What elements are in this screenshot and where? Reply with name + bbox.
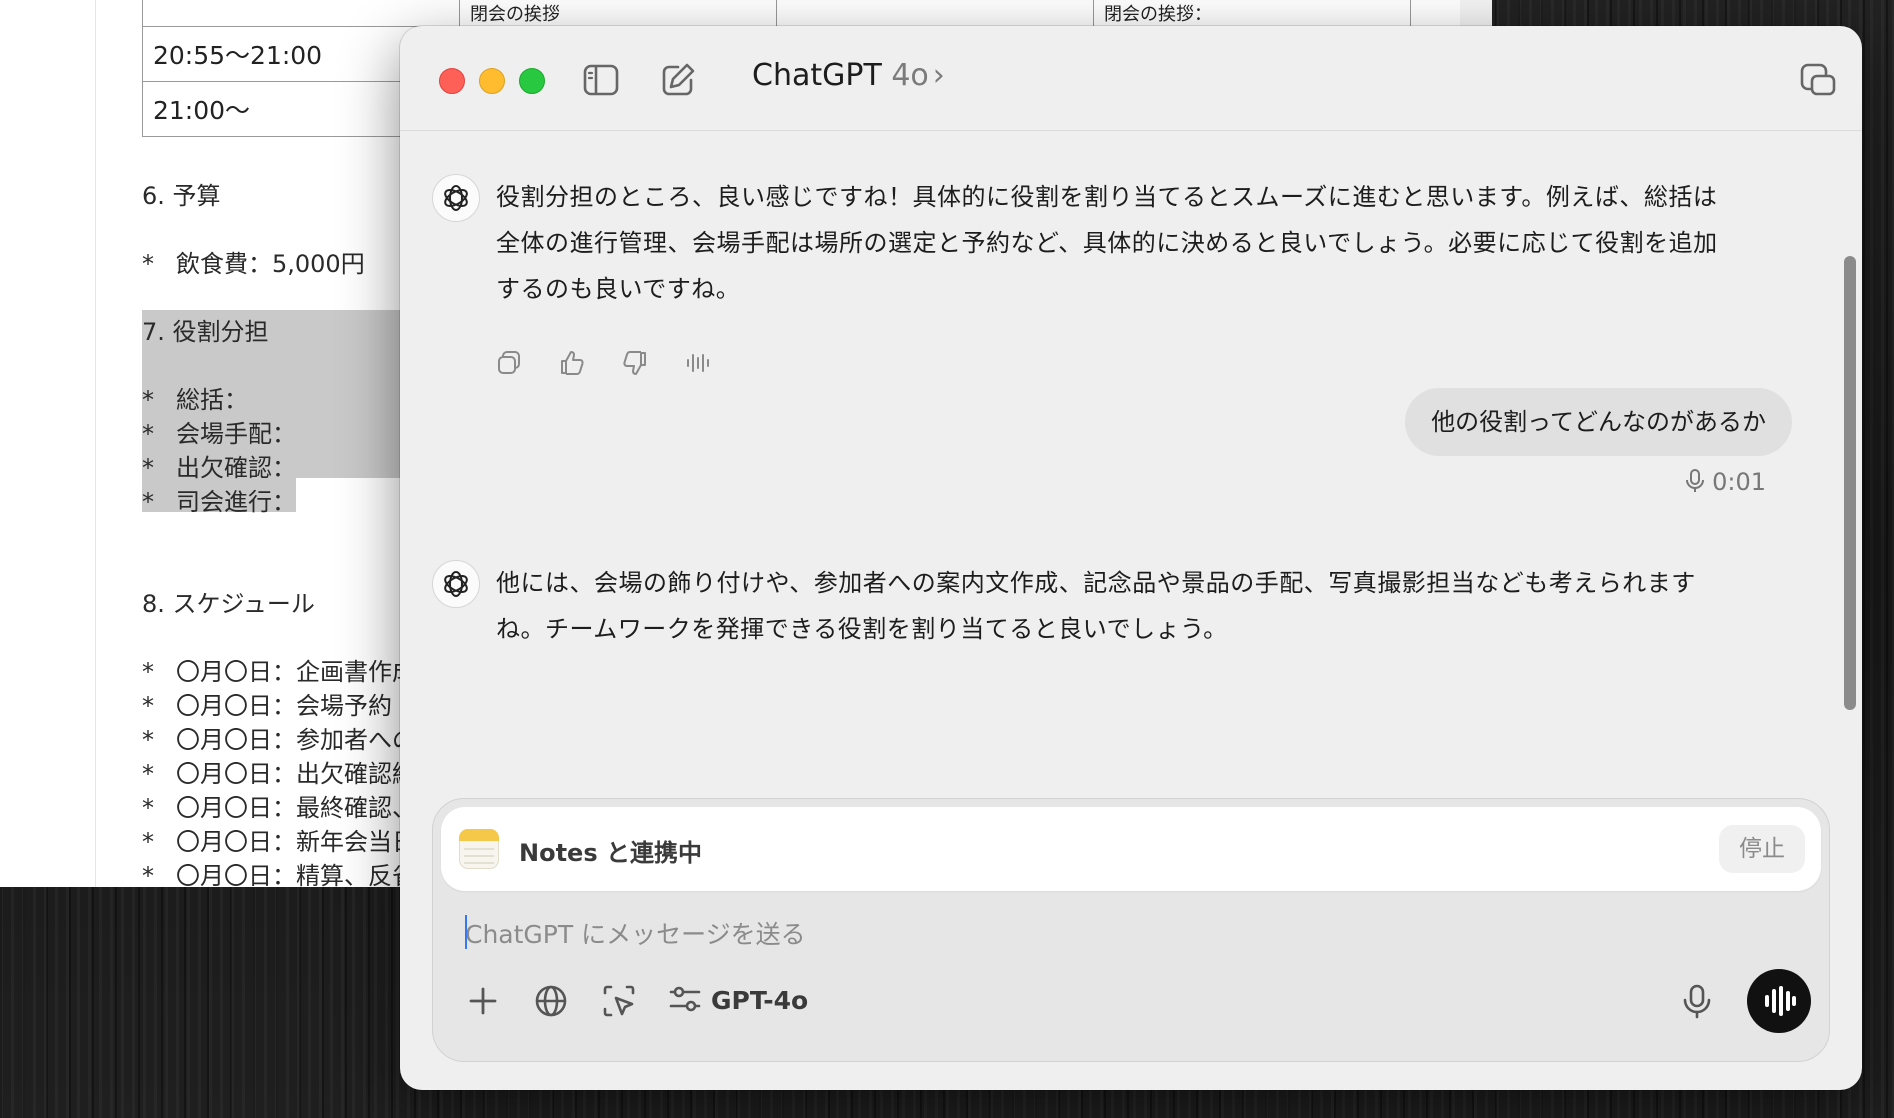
- list-item: * 〇月〇日：企画書作成: [142, 652, 416, 687]
- roles-heading: 7. 役割分担: [142, 318, 269, 346]
- message-input[interactable]: [463, 911, 1567, 957]
- bullet: *: [142, 658, 154, 686]
- list-item: * 司会進行：: [142, 482, 296, 517]
- table-cell: [142, 0, 460, 27]
- bullet: *: [142, 386, 154, 414]
- list-item: * 〇月〇日：出欠確認締: [142, 754, 416, 789]
- chevron-right-icon: ›: [932, 58, 945, 93]
- voice-waveform-icon: [1765, 986, 1796, 1016]
- integration-label: Notes と連携中: [519, 839, 702, 867]
- table-cell: [776, 0, 1094, 27]
- notes-app-icon: [459, 829, 499, 869]
- chatgpt-window: ChatGPT 4o › 役割分担のところ、良い感じですね！具体的に役割を割り当て…: [400, 26, 1862, 1090]
- list-item: * 会場手配：: [142, 414, 296, 449]
- list-item-text: 飲食費：5,000円: [176, 250, 365, 278]
- bullet: *: [142, 862, 154, 887]
- schedule-heading: 8. スケジュール: [142, 590, 315, 618]
- thumbs-up-icon[interactable]: [557, 348, 587, 378]
- bullet: *: [142, 726, 154, 754]
- stop-integration-button[interactable]: 停止: [1719, 825, 1805, 873]
- list-item-text: 総括：: [176, 386, 248, 414]
- assistant-message: 他には、会場の飾り付けや、参加者への案内文作成、記念品や景品の手配、写真撮影担当…: [496, 569, 1696, 643]
- title-bar: ChatGPT 4o ›: [400, 26, 1862, 131]
- read-aloud-icon[interactable]: [683, 348, 713, 378]
- list-item: * 飲食費：5,000円: [142, 244, 365, 279]
- compose-icon[interactable]: [658, 60, 698, 100]
- bullet: *: [142, 488, 154, 516]
- bullet: *: [142, 794, 154, 822]
- bullet: *: [142, 454, 154, 482]
- document-margin: [95, 0, 96, 887]
- assistant-message: 役割分担のところ、良い感じですね！具体的に役割を割り当てるとスムーズに進むと思い…: [496, 183, 1718, 303]
- close-window-button[interactable]: [439, 68, 465, 94]
- table-cell: 閉会の挨拶：: [1093, 0, 1411, 27]
- composer: Notes と連携中 停止 GPT-4o: [432, 798, 1830, 1062]
- table-cell: 閉会の挨拶: [459, 0, 777, 27]
- list-item: * 出欠確認：: [142, 448, 296, 483]
- app-integration-card: Notes と連携中 停止: [441, 807, 1821, 891]
- sidebar-icon[interactable]: [581, 60, 621, 100]
- microphone-icon: [1686, 469, 1705, 492]
- minimize-window-button[interactable]: [479, 68, 505, 94]
- list-item: * 〇月〇日：精算、反省: [142, 856, 416, 887]
- bullet: *: [142, 420, 154, 448]
- bullet: *: [142, 250, 154, 278]
- list-item-text: 〇月〇日：新年会当日: [176, 828, 416, 856]
- list-item-text: 出欠確認：: [176, 454, 296, 482]
- voice-mode-button[interactable]: [1747, 969, 1811, 1033]
- plus-icon[interactable]: [463, 981, 503, 1021]
- budget-heading: 6. 予算: [142, 182, 221, 210]
- sliders-icon: [669, 986, 701, 1012]
- voice-message-meta: 0:01: [1684, 468, 1766, 496]
- globe-icon[interactable]: [531, 981, 571, 1021]
- list-item-text: 〇月〇日：精算、反省: [176, 862, 416, 887]
- list-item-text: 〇月〇日：会場予約: [176, 692, 392, 720]
- list-item-text: 会場手配：: [176, 420, 296, 448]
- table-row: 閉会の挨拶 閉会の挨拶：: [142, 0, 1411, 27]
- list-item: * 〇月〇日：会場予約: [142, 686, 392, 721]
- model-switcher[interactable]: ChatGPT 4o ›: [752, 58, 945, 93]
- openai-logo-icon: [444, 571, 468, 597]
- list-item-text: 〇月〇日：参加者への: [176, 726, 416, 754]
- bullet: *: [142, 760, 154, 788]
- user-message: 他の役割ってどんなのがあるか: [1405, 388, 1792, 456]
- voice-duration: 0:01: [1712, 468, 1766, 496]
- list-item: * 〇月〇日：参加者への: [142, 720, 416, 755]
- model-version: 4o: [891, 58, 929, 93]
- list-item-text: 〇月〇日：最終確認、: [176, 794, 416, 822]
- popout-icon[interactable]: [1798, 60, 1838, 100]
- list-item: * 〇月〇日：新年会当日: [142, 822, 416, 857]
- bullet: *: [142, 692, 154, 720]
- maximize-window-button[interactable]: [519, 68, 545, 94]
- scrollbar[interactable]: [1844, 256, 1856, 710]
- window-title: ChatGPT: [752, 58, 882, 93]
- model-selector-button[interactable]: GPT-4o: [667, 981, 808, 1021]
- copy-icon[interactable]: [494, 348, 524, 378]
- list-item-text: 司会進行：: [176, 488, 296, 516]
- list-item-text: 〇月〇日：企画書作成: [176, 658, 416, 686]
- model-label: GPT-4o: [711, 986, 809, 1015]
- bullet: *: [142, 828, 154, 856]
- assistant-avatar: [432, 560, 480, 608]
- openai-logo-icon: [444, 185, 468, 211]
- list-item: * 総括：: [142, 380, 248, 415]
- microphone-icon[interactable]: [1677, 981, 1717, 1021]
- thumbs-down-icon[interactable]: [620, 348, 650, 378]
- screen-capture-icon[interactable]: [599, 981, 639, 1021]
- assistant-avatar: [432, 174, 480, 222]
- list-item: * 〇月〇日：最終確認、: [142, 788, 416, 823]
- text-caret: [465, 915, 467, 949]
- list-item-text: 〇月〇日：出欠確認締: [176, 760, 416, 788]
